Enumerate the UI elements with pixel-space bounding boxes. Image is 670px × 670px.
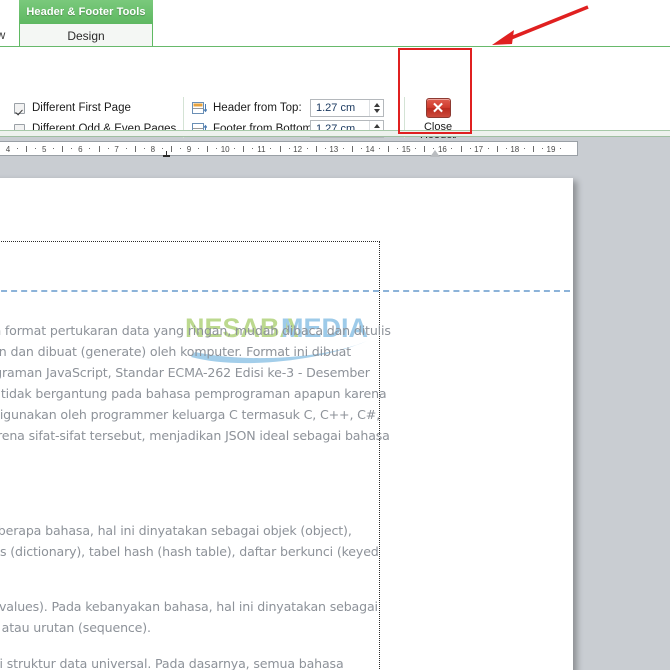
ruler-tick-label: 18	[510, 145, 520, 154]
close-x-icon: ✕	[425, 98, 451, 118]
checkbox-checked-icon[interactable]	[14, 102, 25, 114]
document-text-body[interactable]: Notation) adalah format pertukaran data …	[0, 178, 573, 670]
document-text-line: ur (struct), kamus (dictionary), tabel h…	[0, 544, 379, 559]
ruler-minor-tick	[342, 148, 344, 149]
ruler-tick-label: 8	[150, 145, 156, 154]
annotation-arrow-icon	[492, 5, 589, 45]
ruler-half-tick	[207, 146, 209, 152]
ruler-minor-tick	[161, 148, 163, 149]
ruler-tick-label: 12	[293, 145, 303, 154]
ruler-minor-tick	[469, 148, 471, 149]
ruler-minor-tick	[361, 148, 362, 149]
ruler-half-tick	[315, 146, 317, 152]
ruler-minor-tick	[17, 148, 18, 149]
ribbon-edge	[0, 131, 670, 137]
horizontal-ruler-zone: 4 5 6 7 8 9 10 11 12 13 14 15 16 17 18 19	[0, 138, 670, 160]
ruler-minor-tick	[451, 148, 453, 149]
ruler-tick-label: 14	[365, 145, 375, 154]
ribbon: Header & Footer Tools w Design Different…	[0, 0, 670, 175]
checkbox-label: Different First Page	[32, 102, 131, 114]
contextual-tab-title: Header & Footer Tools	[19, 0, 153, 24]
header-from-top-label: Header from Top:	[213, 102, 302, 114]
ruler-minor-tick	[234, 148, 236, 149]
document-canvas[interactable]: NESABA MEDIA Notation) adalah format per…	[0, 160, 670, 670]
ruler-half-tick	[424, 146, 426, 152]
document-text-line: tor), daftar (list), atau urutan (sequen…	[0, 620, 151, 635]
ruler-tick-label: 17	[474, 145, 484, 154]
ruler-half-tick	[62, 146, 64, 152]
ruler-tick-label: 11	[257, 145, 266, 154]
ruler-half-tick	[243, 146, 245, 152]
ruler-minor-tick	[107, 148, 109, 149]
ruler-tick-label: 15	[401, 145, 411, 154]
document-text-line: n ordered list of values). Pada kebanyak…	[0, 599, 378, 614]
ruler-tick-label: 19	[546, 145, 556, 154]
document-text-line: ormat teks yang tidak bergantung pada ba…	[0, 386, 387, 401]
document-text-line: Bahasa Pemprograman JavaScript, Standar …	[0, 365, 370, 380]
ruler-minor-tick	[415, 148, 417, 149]
ruler-half-tick	[98, 146, 100, 152]
ruler-tick-label: 10	[220, 145, 230, 154]
ruler-tick-label: 6	[78, 145, 83, 154]
ruler-tick-label: 4	[5, 145, 11, 154]
document-text-line: ah diterjemahkan dan dibuat (generate) o…	[0, 344, 352, 359]
tab-stop-marker[interactable]	[163, 151, 170, 157]
ruler-tick-label: 9	[186, 145, 192, 154]
ruler-minor-tick	[288, 148, 290, 149]
stepper-arrows-icon[interactable]	[369, 100, 383, 116]
tab-view-partial[interactable]: w	[0, 24, 14, 46]
ruler-tick-label: 7	[114, 145, 119, 154]
header-from-top-stepper[interactable]: 1.27 cm	[310, 99, 384, 117]
ruler-half-tick	[279, 146, 281, 152]
ruler-minor-tick	[397, 148, 399, 149]
ruler-half-tick	[170, 146, 172, 152]
document-text-line: Notation) adalah format pertukaran data …	[0, 323, 391, 338]
ruler-half-tick	[134, 146, 136, 152]
document-page[interactable]: NESABA MEDIA Notation) adalah format per…	[0, 178, 573, 670]
ruler-minor-tick	[180, 148, 181, 149]
ruler-minor-tick	[89, 148, 91, 149]
tab-design[interactable]: Design	[19, 24, 153, 47]
document-text-line: i disebut sebagai struktur data universa…	[0, 656, 344, 670]
ruler-minor-tick	[542, 148, 543, 149]
header-from-top-icon	[192, 101, 208, 116]
horizontal-ruler[interactable]: 4 5 6 7 8 9 10 11 12 13 14 15 16 17 18 19	[0, 141, 578, 157]
document-text-line: sa yang umum digunakan oleh programmer k…	[0, 407, 381, 422]
ruler-half-tick	[351, 146, 353, 152]
right-indent-marker[interactable]	[430, 150, 440, 157]
ruler-half-tick	[496, 146, 498, 152]
ruler-minor-tick	[198, 148, 199, 149]
document-text-line: na/nilai. Pada beberapa bahasa, hal ini …	[0, 523, 352, 538]
ruler-half-tick	[532, 146, 534, 152]
ribbon-body: Different First Page Different Odd & Eve…	[0, 47, 670, 175]
ruler-half-tick	[26, 146, 28, 152]
ruler-tick-label: 5	[41, 145, 47, 154]
ruler-half-tick	[388, 146, 390, 152]
ruler-minor-tick	[125, 148, 127, 149]
ruler-minor-tick	[306, 148, 308, 149]
document-text-line: thon dll. Oleh karena sifat-sifat terseb…	[0, 428, 390, 443]
ruler-minor-tick	[216, 148, 218, 149]
ruler-minor-tick	[35, 148, 37, 149]
header-from-top-value: 1.27 cm	[316, 102, 356, 114]
ruler-half-tick	[460, 146, 462, 152]
ruler-minor-tick	[252, 148, 254, 149]
ruler-minor-tick	[505, 148, 507, 149]
ruler-minor-tick	[53, 148, 55, 149]
ruler-minor-tick	[560, 148, 561, 149]
header-from-top-row[interactable]: Header from Top:	[192, 99, 302, 117]
ruler-minor-tick	[487, 148, 489, 149]
checkbox-different-first-page[interactable]: Different First Page	[14, 99, 131, 117]
ruler-minor-tick	[324, 148, 326, 149]
ruler-minor-tick	[523, 148, 525, 149]
ruler-minor-tick	[143, 148, 145, 149]
ruler-tick-label: 13	[329, 145, 339, 154]
ruler-minor-tick	[270, 148, 272, 149]
ruler-minor-tick	[379, 148, 380, 149]
ruler-minor-tick	[433, 148, 435, 149]
ruler-minor-tick	[71, 148, 73, 149]
